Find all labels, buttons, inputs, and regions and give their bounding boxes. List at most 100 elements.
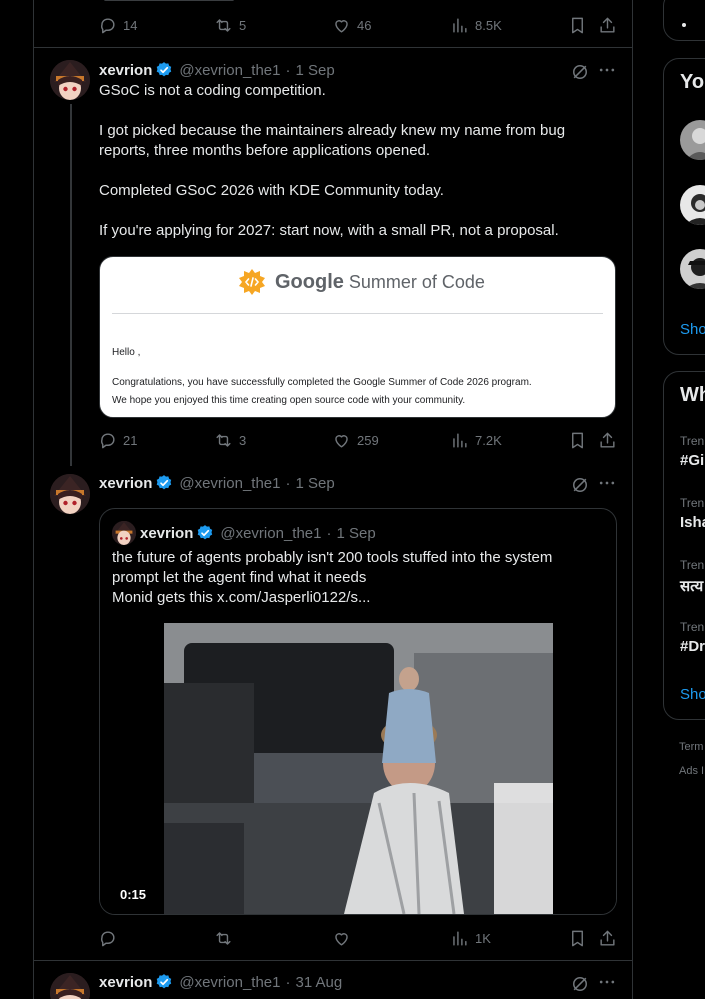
trend-item[interactable]: Tren #Gi	[680, 434, 704, 469]
quoted-text: the future of agents probably isn't 200 …	[112, 548, 607, 608]
post-actions: 21 3 259 7.2K	[98, 428, 619, 452]
grok-icon[interactable]	[570, 475, 590, 495]
views-count: 7.2K	[475, 432, 502, 448]
bookmark-icon	[572, 17, 583, 33]
trend-name: #Gi	[680, 452, 705, 469]
heart-icon	[335, 932, 348, 946]
repost-button[interactable]: 5	[214, 13, 246, 37]
repost-count: 5	[239, 17, 247, 33]
post-text: GSoC is not a coding competition. I got …	[99, 81, 619, 241]
show-more-link[interactable]: Sho	[680, 321, 705, 338]
share-button[interactable]	[598, 428, 617, 452]
post-paragraph: I got picked because the maintainers alr…	[99, 122, 566, 159]
author-handle[interactable]: @xevrion_the1	[179, 62, 280, 79]
email-divider	[112, 313, 603, 314]
panel-title: Wh	[680, 384, 705, 406]
trend-item[interactable]: Tren सत्य	[680, 558, 704, 596]
quoted-author-name: xevrion	[140, 524, 194, 542]
separator-dot: ·	[285, 61, 291, 79]
author-name[interactable]: xevrion	[99, 62, 152, 79]
views-button[interactable]: 7.2K	[450, 428, 502, 452]
whats-happening-panel: Wh Tren #Gi Tren Isha Tren सत्य Tren #Dr…	[663, 371, 705, 720]
views-icon	[453, 930, 467, 946]
footer-link[interactable]: Ads I	[679, 765, 704, 777]
like-button[interactable]: 46	[332, 13, 371, 37]
trend-item[interactable]: Tren Isha	[680, 496, 705, 531]
quoted-header: xevrion @xevrion_the1 · 1 Sep	[140, 522, 376, 544]
reply-button[interactable]	[98, 926, 123, 950]
bookmark-button[interactable]	[568, 926, 587, 950]
like-count: 46	[357, 17, 372, 33]
more-options-icon[interactable]	[597, 473, 617, 493]
post-date[interactable]: 1 Sep	[295, 62, 334, 79]
post-date[interactable]: 1 Sep	[295, 475, 334, 492]
repost-icon	[216, 931, 231, 945]
author-name[interactable]: xevrion	[99, 475, 152, 492]
video-timestamp: 0:15	[114, 885, 153, 904]
trend-label: Tren	[680, 496, 705, 510]
verified-badge-icon	[157, 62, 172, 77]
like-button[interactable]: 259	[332, 428, 379, 452]
views-icon	[453, 17, 467, 33]
trend-name: #Dr	[680, 638, 705, 655]
repost-button[interactable]: 3	[214, 428, 246, 452]
footer-link[interactable]: Term	[679, 741, 703, 753]
trend-item[interactable]: Tren #Dr	[680, 620, 705, 655]
post-actions: 1K	[98, 926, 619, 950]
suggested-user-avatar[interactable]	[680, 120, 705, 160]
avatar-image	[50, 973, 90, 999]
post-media-image[interactable]: Google Summer of Code Hello , Congratula…	[99, 256, 616, 418]
post-paragraph: If you're applying for 2027: start now, …	[99, 222, 559, 239]
more-options-icon[interactable]	[597, 60, 617, 80]
suggested-user-avatar[interactable]	[680, 185, 705, 225]
reply-count: 21	[123, 432, 138, 448]
avatar[interactable]	[50, 474, 90, 514]
email-body-line: Congratulations, you have successfully c…	[112, 377, 532, 388]
quoted-author-handle: @xevrion_the1	[220, 524, 322, 542]
share-button[interactable]	[598, 13, 617, 37]
trend-name: Isha	[680, 514, 705, 531]
grok-icon[interactable]	[570, 62, 590, 82]
author-handle[interactable]: @xevrion_the1	[179, 974, 280, 991]
thread-line	[70, 104, 72, 466]
repost-button[interactable]	[214, 926, 239, 950]
author-name[interactable]: xevrion	[99, 974, 152, 991]
who-to-follow-panel: Yo Sho	[663, 58, 705, 355]
suggested-user-avatar[interactable]	[680, 249, 705, 289]
author-handle[interactable]: @xevrion_the1	[179, 475, 280, 492]
email-greeting: Hello ,	[112, 347, 141, 358]
trend-label: Tren	[680, 434, 705, 448]
avatar-image	[680, 249, 705, 289]
separator-dot: ·	[285, 973, 291, 991]
bookmark-button[interactable]	[568, 13, 587, 37]
heart-icon	[335, 19, 348, 33]
show-more-link[interactable]: Sho	[680, 686, 705, 703]
repost-count: 3	[239, 432, 247, 448]
reply-button[interactable]: 14	[98, 13, 137, 37]
bookmark-button[interactable]	[568, 428, 587, 452]
avatar-image	[680, 120, 705, 160]
grok-icon[interactable]	[570, 974, 590, 994]
avatar-image	[50, 474, 90, 514]
repost-icon	[216, 433, 231, 447]
views-button[interactable]: 8.5K	[450, 13, 502, 37]
quoted-post[interactable]: xevrion @xevrion_the1 · 1 Sep the future…	[99, 508, 617, 915]
avatar[interactable]	[50, 973, 90, 999]
avatar-image	[50, 60, 90, 100]
views-icon	[453, 432, 467, 448]
reply-icon	[101, 930, 115, 946]
trend-label: Tren	[680, 558, 705, 572]
views-button[interactable]: 1K	[450, 926, 491, 950]
avatar[interactable]	[50, 60, 90, 100]
post-date[interactable]: 31 Aug	[295, 974, 342, 991]
like-button[interactable]	[332, 926, 357, 950]
post-header: xevrion @xevrion_the1 · 1 Sep	[99, 472, 335, 494]
share-button[interactable]	[598, 926, 617, 950]
gsoc-logo-text: Summer of Code	[348, 271, 485, 292]
divider	[34, 47, 632, 48]
video-player[interactable]: 0:15	[100, 623, 616, 914]
post-header: xevrion @xevrion_the1 · 1 Sep	[99, 59, 335, 81]
separator-dot: ·	[285, 474, 291, 492]
more-options-icon[interactable]	[597, 972, 617, 992]
reply-button[interactable]: 21	[98, 428, 137, 452]
